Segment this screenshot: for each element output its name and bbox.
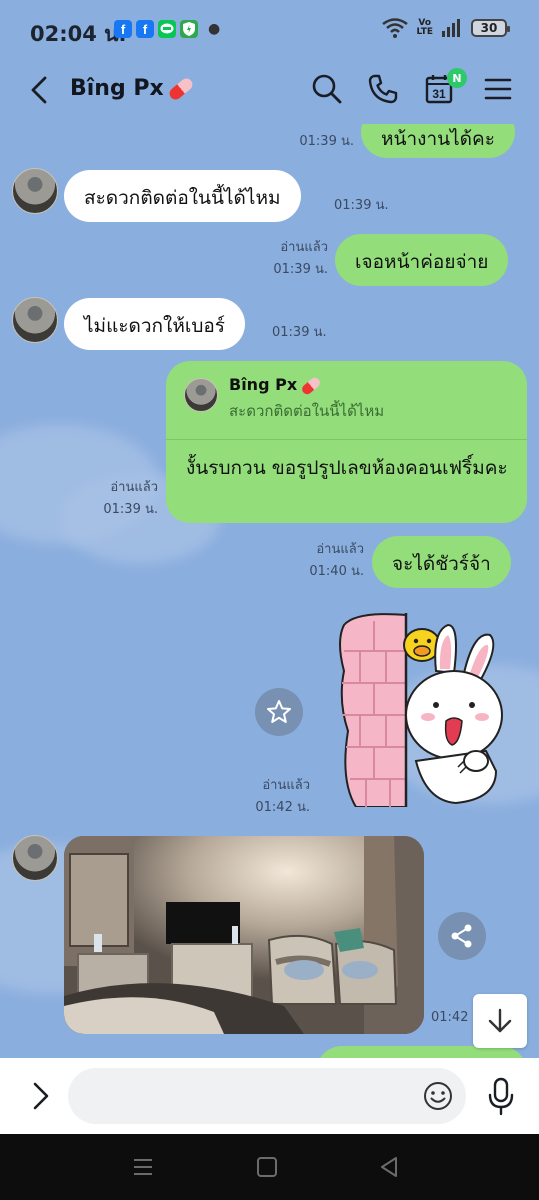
search-icon[interactable] <box>310 72 344 106</box>
message-bubble-outgoing[interactable]: หน้างานได้คะ <box>361 124 515 158</box>
scroll-to-bottom-button[interactable] <box>473 994 527 1048</box>
message-time: 01:39 น. <box>103 502 158 517</box>
wifi-icon <box>382 18 409 38</box>
message-input[interactable] <box>68 1068 466 1124</box>
back-nav-icon[interactable] <box>376 1154 402 1180</box>
message-time: 01:39 น. <box>299 134 354 149</box>
contact-avatar[interactable] <box>12 168 58 214</box>
cony-sally-peek-sticker[interactable] <box>336 611 506 807</box>
message-time: 01:42 น. <box>255 800 310 815</box>
message-time: 01:42 <box>431 1010 469 1025</box>
battery-indicator: 30 <box>471 19 510 37</box>
quoted-sender: Bîng Px <box>229 375 323 396</box>
notification-icons: f f ● <box>114 20 220 38</box>
expand-menu-icon[interactable] <box>24 1078 58 1114</box>
message-bubble-outgoing[interactable]: จะได้ชัวร์จ้า <box>372 536 511 588</box>
calendar-day: 31 <box>432 87 446 101</box>
message-time: 01:39 น. <box>272 325 327 340</box>
star-icon <box>267 700 291 723</box>
message-input-bar <box>0 1058 539 1134</box>
pill-emoji-icon <box>166 76 195 102</box>
home-icon[interactable] <box>254 1154 280 1180</box>
facebook-icon: f <box>136 20 154 38</box>
quoted-text: สะดวกติดต่อในนี้ได้ไหม <box>229 402 385 420</box>
message-time: 01:39 น. <box>273 262 328 277</box>
recent-apps-icon[interactable] <box>130 1154 156 1180</box>
message-text: ไม่แะดวกให้เบอร์ <box>84 315 226 337</box>
read-receipt: อ่านแล้ว <box>262 778 310 793</box>
reply-message-bubble[interactable]: Bîng Px สะดวกติดต่อในนี้ได้ไหม งั้นรบกวน… <box>166 361 527 523</box>
message-time: 01:40 น. <box>309 564 364 579</box>
share-photo-button[interactable] <box>438 912 486 960</box>
status-time: 02:04 น. <box>30 22 127 46</box>
hotel-room-photo[interactable] <box>64 836 424 1034</box>
volte-indicator: Vo LTE <box>416 18 433 37</box>
contact-avatar[interactable] <box>12 297 58 343</box>
quoted-avatar <box>184 378 218 412</box>
emoji-icon[interactable] <box>422 1080 454 1112</box>
message-bubble-incoming[interactable]: สะดวกติดต่อในนี้ได้ไหม <box>64 170 301 222</box>
chat-title[interactable]: Bîng Px <box>70 76 195 102</box>
quoted-message[interactable]: Bîng Px สะดวกติดต่อในนี้ได้ไหม <box>166 361 527 440</box>
menu-icon[interactable] <box>482 72 516 106</box>
arrow-down-icon <box>488 1008 512 1033</box>
message-text: สะดวกติดต่อในนี้ได้ไหม <box>84 187 281 209</box>
read-receipt: อ่านแล้ว <box>280 240 328 255</box>
message-text: เจอหน้าค่อยจ่าย <box>355 251 489 273</box>
read-receipt: อ่านแล้ว <box>110 480 158 495</box>
chat-header: Bîng Px 31 N <box>0 58 539 124</box>
system-nav-bar <box>0 1134 539 1200</box>
chat-area[interactable]: หน้างานได้คะ 01:39 น. สะดวกติดต่อในนี้ได… <box>0 124 539 1058</box>
line-icon <box>158 20 176 38</box>
contact-avatar[interactable] <box>12 835 58 881</box>
message-bubble-incoming[interactable]: ไม่แะดวกให้เบอร์ <box>64 298 246 350</box>
contact-name: Bîng Px <box>70 76 164 101</box>
photo-image <box>64 836 424 1034</box>
phone-icon[interactable] <box>366 72 400 106</box>
signal-icon <box>442 19 460 37</box>
shield-icon <box>180 20 198 38</box>
share-icon <box>451 924 472 948</box>
pill-emoji-icon <box>300 375 323 396</box>
facebook-icon: f <box>114 20 132 38</box>
message-text: หน้างานได้คะ <box>381 128 495 150</box>
read-receipt: อ่านแล้ว <box>316 542 364 557</box>
message-time: 01:39 น. <box>334 198 389 213</box>
message-bubble-outgoing[interactable]: เจอหน้าค่อยจ่าย <box>335 234 509 286</box>
message-text: งั้นรบกวน ขอรูปรูปเลขห้องคอนเฟริ์มคะ <box>186 457 508 479</box>
more-notifications-dot: ● <box>208 21 221 37</box>
status-right: Vo LTE 30 <box>382 18 510 38</box>
calendar-new-badge: N <box>447 68 467 88</box>
back-arrow-icon[interactable] <box>22 72 58 108</box>
message-text: จะได้ชัวร์จ้า <box>392 553 491 575</box>
microphone-icon[interactable] <box>484 1076 518 1116</box>
favorite-sticker-button[interactable] <box>255 688 303 736</box>
status-bar: 02:04 น. f f ● Vo LTE 30 <box>0 0 539 58</box>
